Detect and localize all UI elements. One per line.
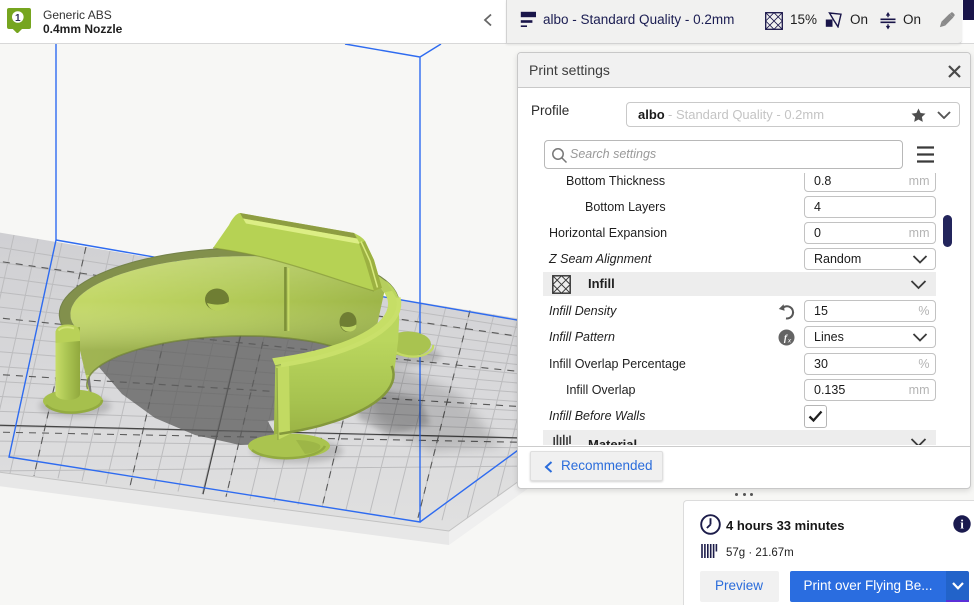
svg-text:1: 1 — [15, 13, 21, 24]
svg-text:i: i — [960, 516, 964, 531]
